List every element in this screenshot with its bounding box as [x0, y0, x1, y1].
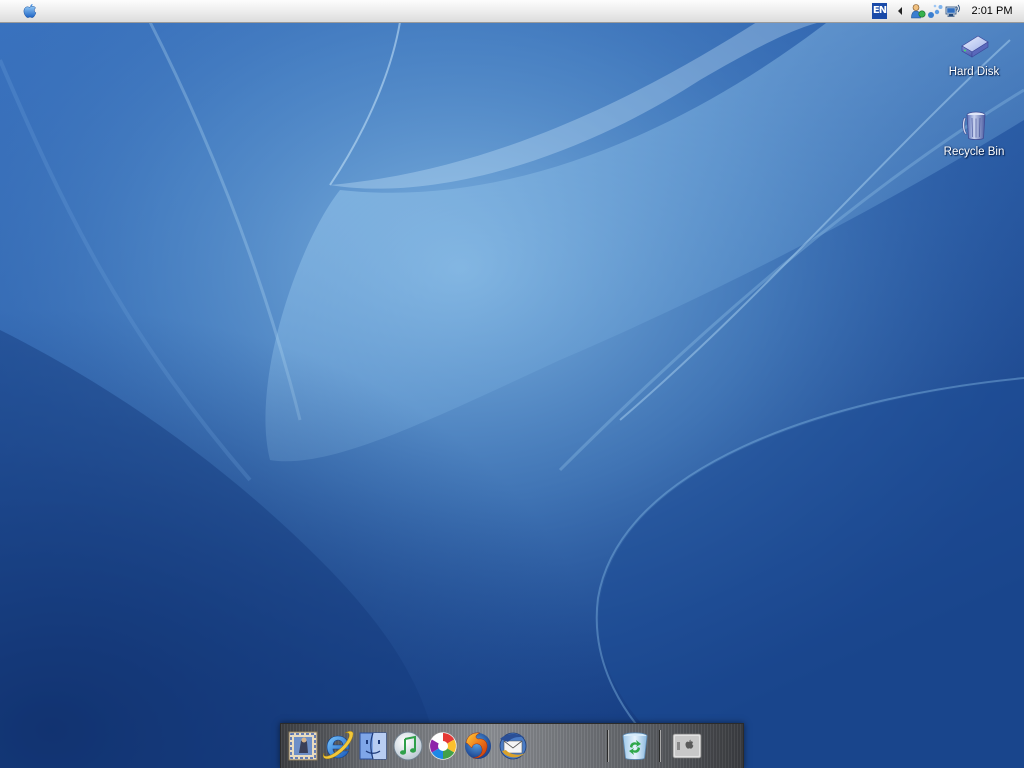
- hard-disk-icon: [961, 35, 989, 58]
- dock-separator: [607, 730, 609, 762]
- desktop[interactable]: EN 2:01 PM Hard Disk Recycle Bin: [0, 0, 1024, 768]
- system-preferences-icon[interactable]: [670, 729, 704, 763]
- desktop-icon-hard-disk[interactable]: Hard Disk: [934, 28, 1014, 78]
- desktop-icon-recycle-bin[interactable]: Recycle Bin: [934, 108, 1014, 158]
- recycle-bin-icon: [962, 111, 986, 140]
- user-status-icon[interactable]: [910, 3, 926, 19]
- firefox-icon[interactable]: [461, 729, 495, 763]
- internet-explorer-icon[interactable]: [321, 729, 355, 763]
- mail-icon[interactable]: [286, 729, 320, 763]
- desktop-icon-label: Hard Disk: [948, 66, 1000, 78]
- bluetooth-network-icon[interactable]: [927, 3, 943, 19]
- trash-icon[interactable]: [618, 729, 652, 763]
- finder-icon[interactable]: [356, 729, 390, 763]
- desktop-icon-label: Recycle Bin: [943, 146, 1005, 158]
- network-connection-icon[interactable]: [945, 3, 961, 19]
- language-indicator[interactable]: EN: [872, 3, 887, 19]
- show-hidden-icons-arrow-icon[interactable]: [896, 5, 904, 17]
- clock[interactable]: 2:01 PM: [966, 0, 1018, 22]
- apple-icon[interactable]: [20, 2, 40, 20]
- itunes-icon[interactable]: [391, 729, 425, 763]
- dock-separator: [659, 730, 661, 762]
- thunderbird-icon[interactable]: [496, 729, 530, 763]
- menu-bar: EN 2:01 PM: [0, 0, 1024, 23]
- dock: [280, 723, 744, 768]
- picasa-icon[interactable]: [426, 729, 460, 763]
- aqua-wallpaper: [0, 0, 1024, 768]
